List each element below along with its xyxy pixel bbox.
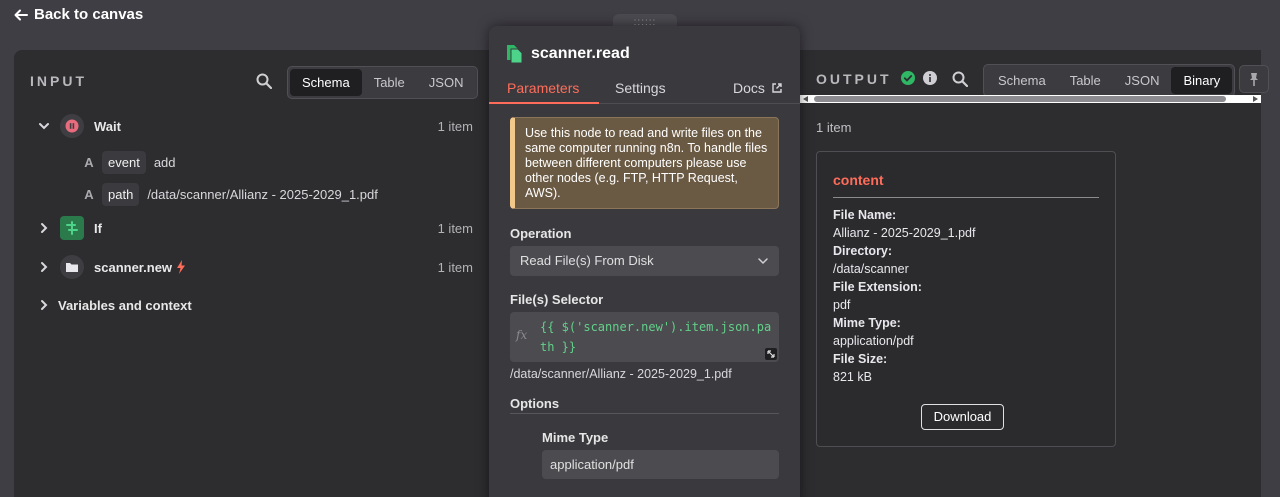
binary-property-name: content xyxy=(833,172,884,188)
back-label: Back to canvas xyxy=(34,6,144,23)
fx-icon: fx xyxy=(516,328,528,342)
expression-code[interactable]: {{ $('scanner.new').item.json.path }} xyxy=(540,317,775,357)
operation-label: Operation xyxy=(510,226,572,241)
field-name[interactable]: path xyxy=(102,182,140,206)
lightning-icon xyxy=(177,260,186,274)
tab-parameters[interactable]: Parameters xyxy=(507,80,579,96)
input-title: INPUT xyxy=(30,73,87,89)
chevron-right-icon[interactable] xyxy=(38,299,50,311)
variables-label: Variables and context xyxy=(58,297,192,313)
tab-docs[interactable]: Docs xyxy=(733,80,782,96)
output-title: OUTPUT xyxy=(816,71,892,87)
chevron-right-icon[interactable] xyxy=(38,261,50,273)
string-type-icon: A xyxy=(84,154,94,170)
node-settings-panel: scanner.read Parameters Settings Docs Us… xyxy=(489,26,800,497)
tree-node-wait[interactable]: Wait 1 item xyxy=(14,112,490,140)
tree-node-count: 1 item xyxy=(437,259,473,275)
input-view-switch: Schema Table JSON xyxy=(287,66,479,99)
pin-button[interactable] xyxy=(1239,65,1269,93)
pin-icon xyxy=(1250,73,1258,86)
file-selector-label: File(s) Selector xyxy=(510,292,604,307)
scroll-right-icon[interactable] xyxy=(1252,96,1258,102)
field-name[interactable]: event xyxy=(102,150,146,174)
schema-field[interactable]: A path /data/scanner/Allianz - 2025-2029… xyxy=(78,181,378,207)
field-value: add xyxy=(153,154,176,170)
tree-node-count: 1 item xyxy=(437,220,473,236)
info-icon[interactable] xyxy=(923,71,937,85)
input-view-schema[interactable]: Schema xyxy=(290,69,362,96)
divider xyxy=(833,197,1099,198)
mime-type-label: Mime Type xyxy=(542,430,609,445)
arrow-left-icon xyxy=(14,9,28,20)
chevron-right-icon[interactable] xyxy=(38,222,50,234)
expand-icon[interactable] xyxy=(765,348,777,360)
file-selector-expression-input[interactable]: fx {{ $('scanner.new').item.json.path }} xyxy=(510,312,779,362)
wait-node-icon xyxy=(60,114,84,138)
tree-node-if[interactable]: If 1 item xyxy=(14,214,490,242)
search-icon[interactable] xyxy=(256,73,272,89)
chevron-down-icon xyxy=(758,258,768,265)
check-circle-icon xyxy=(901,71,915,85)
docs-label: Docs xyxy=(733,80,765,96)
tree-node-scanner-new[interactable]: scanner.new 1 item xyxy=(14,253,490,281)
scrollbar-thumb[interactable] xyxy=(814,96,1226,102)
external-link-icon xyxy=(772,83,782,93)
output-panel: OUTPUT Schema Table JSON Binary 1 item c… xyxy=(800,50,1269,497)
download-button[interactable]: Download xyxy=(921,404,1004,430)
output-view-switch: Schema Table JSON Binary xyxy=(983,64,1236,97)
file-extension-label: File Extension: xyxy=(833,280,922,294)
file-name-label: File Name: xyxy=(833,208,897,222)
output-item-count: 1 item xyxy=(816,120,852,135)
chevron-down-icon[interactable] xyxy=(38,120,50,132)
tree-node-count: 1 item xyxy=(437,118,473,134)
scroll-left-icon[interactable] xyxy=(803,96,809,102)
tree-node-variables[interactable]: Variables and context xyxy=(14,291,490,319)
directory-label: Directory: xyxy=(833,244,893,258)
input-panel: INPUT Schema Table JSON Wait 1 item A ev… xyxy=(14,50,490,497)
tree-node-label: scanner.new xyxy=(94,259,173,275)
mime-type-value: application/pdf xyxy=(833,334,914,348)
input-view-json[interactable]: JSON xyxy=(417,69,476,96)
output-view-table[interactable]: Table xyxy=(1058,67,1113,94)
file-stack-icon xyxy=(507,45,523,64)
output-view-schema[interactable]: Schema xyxy=(986,67,1058,94)
search-icon[interactable] xyxy=(952,71,968,87)
folder-icon xyxy=(60,255,84,279)
operation-select[interactable]: Read File(s) From Disk xyxy=(510,246,779,276)
horizontal-scrollbar[interactable] xyxy=(800,95,1261,103)
active-tab-indicator xyxy=(489,102,599,104)
tree-node-label: If xyxy=(94,220,102,236)
options-label: Options xyxy=(510,396,560,411)
string-type-icon: A xyxy=(84,186,94,202)
output-view-json[interactable]: JSON xyxy=(1113,67,1172,94)
file-name-value: Allianz - 2025-2029_1.pdf xyxy=(833,226,976,240)
if-node-icon xyxy=(60,216,84,240)
input-view-table[interactable]: Table xyxy=(362,69,417,96)
divider xyxy=(510,413,779,414)
file-extension-value: pdf xyxy=(833,298,851,312)
tree-node-label: Wait xyxy=(94,118,121,134)
schema-field[interactable]: A event add xyxy=(78,149,176,175)
mime-type-label: Mime Type: xyxy=(833,316,901,330)
mime-type-input[interactable]: application/pdf xyxy=(542,450,779,479)
node-tabs: Parameters Settings Docs xyxy=(489,76,800,104)
node-notice: Use this node to read and write files on… xyxy=(510,117,779,209)
expression-preview: /data/scanner/Allianz - 2025-2029_1.pdf xyxy=(510,367,732,381)
node-title-text: scanner.read xyxy=(531,45,630,62)
back-to-canvas-button[interactable]: Back to canvas xyxy=(14,6,143,23)
directory-value: /data/scanner xyxy=(833,262,909,276)
file-size-label: File Size: xyxy=(833,352,888,366)
output-view-binary[interactable]: Binary xyxy=(1171,67,1233,94)
node-title: scanner.read xyxy=(505,44,630,64)
binary-data-card: content File Name: Allianz - 2025-2029_1… xyxy=(816,151,1116,447)
operation-value: Read File(s) From Disk xyxy=(520,253,654,268)
field-value: /data/scanner/Allianz - 2025-2029_1.pdf xyxy=(147,186,378,202)
tab-settings[interactable]: Settings xyxy=(615,80,666,96)
file-size-value: 821 kB xyxy=(833,370,872,384)
